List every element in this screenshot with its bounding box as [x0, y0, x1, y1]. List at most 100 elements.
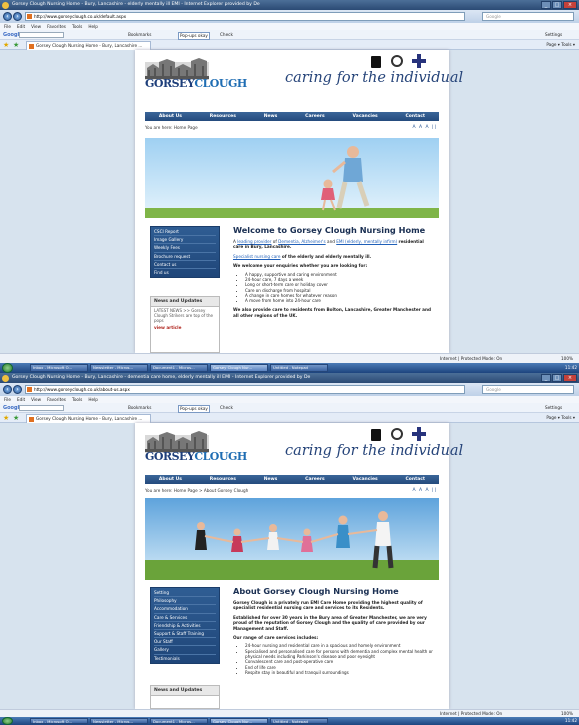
google-search-input[interactable] [19, 405, 64, 411]
minimize-button[interactable]: _ [541, 1, 551, 9]
nav-about-us[interactable]: About Us [159, 112, 182, 121]
tab-gorsey-clough[interactable]: Gorsey Clough Nursing Home - Bury, Lanca… [26, 41, 151, 50]
specialist-care-link[interactable]: Specialist nursing care [233, 254, 281, 259]
check-button[interactable]: Check [220, 30, 233, 40]
search-input[interactable]: Google [482, 12, 574, 21]
nav-careers[interactable]: Careers [305, 475, 325, 484]
menu-view[interactable]: View [31, 24, 41, 29]
command-bar[interactable]: Page ▾ Tools ▾ [546, 40, 575, 50]
nav-resources[interactable]: Resources [210, 112, 236, 121]
menu-view[interactable]: View [31, 397, 41, 402]
text-size-controls[interactable]: A A A || [412, 125, 437, 130]
security-zone: Internet | Protected Mode: On [440, 711, 503, 716]
window-title: Gorsey Clough Nursing Home - Bury, Lanca… [12, 2, 260, 7]
taskbar-item[interactable]: Document1 - Micros... [150, 364, 208, 372]
text-size-controls[interactable]: A A A || [412, 488, 437, 493]
site-logo-text[interactable]: GORSEYCLOUGH [145, 450, 247, 463]
menu-edit[interactable]: Edit [17, 397, 25, 402]
add-favorite-icon[interactable]: ★ [13, 41, 19, 49]
menu-tools[interactable]: Tools [72, 24, 82, 29]
menu-edit[interactable]: Edit [17, 24, 25, 29]
dementia-link[interactable]: Dementia, Alzheimer's [278, 239, 325, 244]
taskbar-item-active[interactable]: Gorsey Clough Nur... [210, 718, 268, 724]
taskbar-item[interactable]: Inbox - Microsoft O... [30, 718, 88, 724]
favicon-icon [29, 44, 34, 49]
taskbar-clock: 11:42 [564, 365, 577, 370]
taskbar-item[interactable]: Newsletter - Micros... [90, 718, 148, 724]
nav-vacancies[interactable]: Vacancies [353, 475, 378, 484]
emi-link[interactable]: EMI (elderly, mentally infirm) [336, 239, 397, 244]
taskbar-item-active[interactable]: Gorsey Clough Nur... [210, 364, 268, 372]
nav-careers[interactable]: Careers [305, 112, 325, 121]
check-button[interactable]: Check [220, 403, 233, 413]
sidebar-item-setting[interactable]: Setting [154, 589, 216, 598]
url-input[interactable]: http://www.gorseyclough.co.uk/about-us.a… [25, 385, 465, 394]
menu-help[interactable]: Help [88, 24, 98, 29]
start-button[interactable] [2, 717, 13, 725]
sidebar-item-csci-report[interactable]: CSCI Report [154, 228, 216, 237]
url-input[interactable]: http://www.gorseyclough.co.uk/default.as… [25, 12, 465, 21]
favorites-star-icon[interactable]: ★ [3, 414, 9, 422]
menu-tools[interactable]: Tools [72, 397, 82, 402]
zoom-level[interactable]: 100% [561, 710, 573, 717]
bookmarks-button[interactable]: Bookmarks [128, 403, 151, 413]
add-favorite-icon[interactable]: ★ [13, 414, 19, 422]
sidebar-item-gallery[interactable]: Gallery [154, 646, 216, 655]
sidebar-item-weekly-fees[interactable]: Weekly Fees [154, 244, 216, 253]
favicon-icon [27, 14, 32, 19]
sidebar-item-testimonials[interactable]: Testimonials [154, 655, 216, 662]
menu-favorites[interactable]: Favorites [47, 24, 66, 29]
bookmarks-button[interactable]: Bookmarks [128, 30, 151, 40]
sidebar-item-find-us[interactable]: Find us [154, 269, 216, 276]
back-button[interactable]: ‹ [3, 12, 12, 21]
sidebar-item-image-gallery[interactable]: Image Gallery [154, 236, 216, 245]
sidebar-item-care-services[interactable]: Care & Services [154, 614, 216, 622]
menu-file[interactable]: File [4, 24, 11, 29]
settings-button[interactable]: Settings [545, 30, 562, 40]
google-toolbar: Google Bookmarks Pop-ups okay Check Sett… [0, 403, 579, 413]
close-button[interactable]: × [563, 374, 577, 382]
taskbar-item[interactable]: Document1 - Micros... [150, 718, 208, 724]
nav-vacancies[interactable]: Vacancies [353, 112, 378, 121]
sidebar-item-support-staff-training[interactable]: Support & Staff Training [154, 630, 216, 639]
maximize-button[interactable]: □ [552, 374, 562, 382]
menu-favorites[interactable]: Favorites [47, 397, 66, 402]
nav-news[interactable]: News [264, 112, 278, 121]
leading-provider-link[interactable]: leading provider [237, 239, 271, 244]
menu-file[interactable]: File [4, 397, 11, 402]
sidebar-item-friendship-activities[interactable]: Friendship & Activities [154, 622, 216, 631]
forward-button[interactable]: › [13, 12, 22, 21]
menu-help[interactable]: Help [88, 397, 98, 402]
sidebar-item-accommodation[interactable]: Accommodation [154, 605, 216, 614]
forward-button[interactable]: › [13, 385, 22, 394]
sidebar-item-philosophy[interactable]: Philosophy [154, 597, 216, 606]
sidebar-item-brochure-request[interactable]: Brochure request [154, 253, 216, 261]
command-bar[interactable]: Page ▾ Tools ▾ [546, 413, 575, 423]
maximize-button[interactable]: □ [552, 1, 562, 9]
site-logo-text[interactable]: GORSEYCLOUGH [145, 77, 247, 90]
taskbar-item[interactable]: Newsletter - Micros... [90, 364, 148, 372]
nav-news[interactable]: News [264, 475, 278, 484]
google-search-input[interactable] [19, 32, 64, 38]
search-input[interactable]: Google [482, 385, 574, 394]
close-button[interactable]: × [563, 1, 577, 9]
taskbar-item[interactable]: Untitled - Notepad [270, 364, 328, 372]
nav-about-us[interactable]: About Us [159, 475, 182, 484]
back-button[interactable]: ‹ [3, 385, 12, 394]
minimize-button[interactable]: _ [541, 374, 551, 382]
taskbar-item[interactable]: Inbox - Microsoft O... [30, 364, 88, 372]
status-bar: Internet | Protected Mode: On 100% [0, 709, 579, 717]
view-article-link[interactable]: view article [151, 325, 184, 330]
nav-contact[interactable]: Contact [405, 112, 425, 121]
sidebar-item-contact-us[interactable]: Contact us [154, 261, 216, 270]
nav-contact[interactable]: Contact [405, 475, 425, 484]
zoom-level[interactable]: 100% [561, 354, 573, 363]
start-button[interactable] [2, 363, 13, 373]
tab-gorsey-clough[interactable]: Gorsey Clough Nursing Home - Bury, Lanca… [26, 414, 151, 423]
taskbar-item[interactable]: Untitled - Notepad [270, 718, 328, 724]
settings-button[interactable]: Settings [545, 403, 562, 413]
specialist-paragraph: Specialist nursing care of the elderly a… [233, 253, 372, 259]
nav-resources[interactable]: Resources [210, 475, 236, 484]
sidebar-item-our-staff[interactable]: Our Staff [154, 638, 216, 647]
favorites-star-icon[interactable]: ★ [3, 41, 9, 49]
